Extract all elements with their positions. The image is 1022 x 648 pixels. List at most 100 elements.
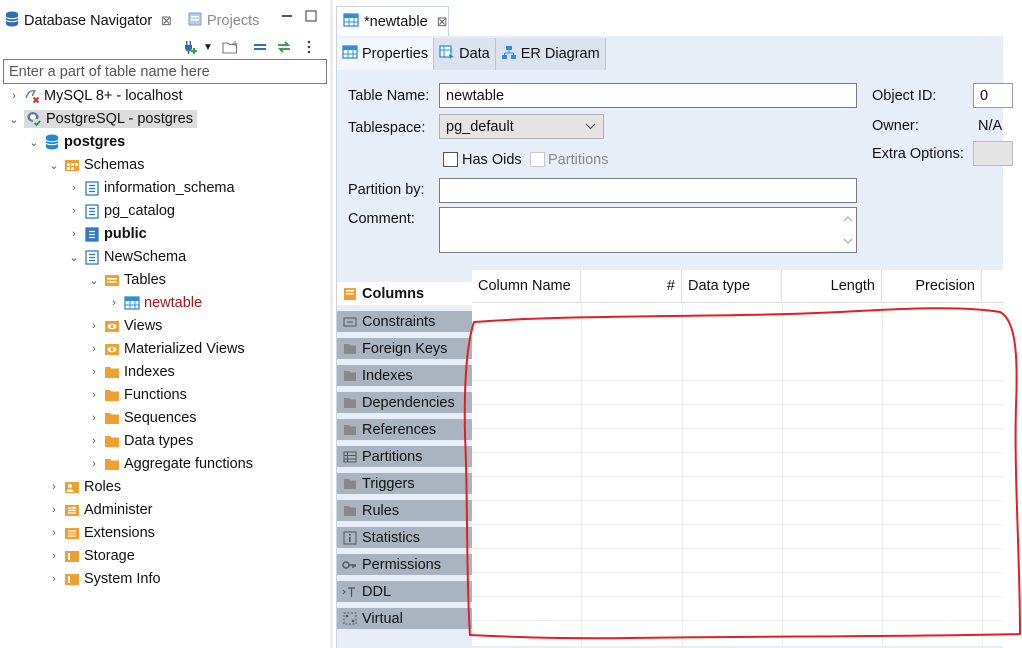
tree-item-aggregate-functions[interactable]: › Aggregate functions bbox=[86, 453, 253, 475]
tab-data[interactable]: Data bbox=[434, 38, 496, 70]
chevron-right-icon[interactable]: › bbox=[66, 203, 82, 219]
tree-item-sequences[interactable]: › Sequences bbox=[86, 407, 197, 429]
chevron-down-icon[interactable]: ▼ bbox=[202, 38, 214, 56]
close-icon[interactable]: ⊠ bbox=[437, 14, 448, 30]
tree-item-postgresql-postgres[interactable]: ⌄ PostgreSQL - postgres bbox=[6, 108, 197, 130]
columns-grid[interactable]: Column Name # Data type Length Precision bbox=[472, 270, 1004, 646]
chevron-right-icon[interactable]: › bbox=[106, 295, 122, 311]
partition-by-input[interactable] bbox=[439, 178, 857, 203]
grid-row-line bbox=[472, 524, 1004, 525]
column-header-length[interactable]: Length bbox=[782, 270, 882, 302]
tree-item-system-info[interactable]: › System Info bbox=[46, 568, 160, 590]
tab-label: Database Navigator bbox=[24, 13, 153, 29]
tab-dependencies[interactable]: Dependencies bbox=[337, 392, 472, 416]
chevron-right-icon[interactable]: › bbox=[66, 226, 82, 242]
tab-foreign-keys[interactable]: Foreign Keys bbox=[337, 338, 472, 362]
tree-item-label: Sequences bbox=[124, 410, 197, 426]
link-with-editor-icon[interactable] bbox=[276, 38, 292, 56]
tab-columns[interactable]: Columns bbox=[337, 282, 472, 308]
tab-rules[interactable]: Rules bbox=[337, 500, 472, 524]
projects-icon bbox=[188, 12, 202, 30]
tree-item-newschema[interactable]: ⌄ NewSchema bbox=[66, 246, 186, 268]
navigator-tab-bar: Database Navigator ⊠ Projects bbox=[0, 6, 330, 34]
new-connection-icon[interactable] bbox=[181, 38, 199, 56]
grid-row-line bbox=[472, 452, 1004, 453]
tree-item-data-types[interactable]: › Data types bbox=[86, 430, 193, 452]
chevron-right-icon[interactable]: › bbox=[46, 548, 62, 564]
tab-label: Indexes bbox=[362, 367, 413, 384]
maximize-icon[interactable] bbox=[305, 9, 317, 25]
tab-database-navigator[interactable]: Database Navigator ⊠ bbox=[5, 8, 172, 34]
tree-item-extensions[interactable]: › Extensions bbox=[46, 522, 155, 544]
column-header-column-name[interactable]: Column Name bbox=[472, 270, 581, 302]
column-header-number[interactable]: # bbox=[581, 270, 682, 302]
chevron-down-icon[interactable]: ⌄ bbox=[66, 249, 82, 265]
tab-statistics[interactable]: Statistics bbox=[337, 527, 472, 551]
chevron-right-icon[interactable]: › bbox=[86, 341, 102, 357]
tree-item-label: Tables bbox=[124, 272, 166, 288]
extra-options-field[interactable] bbox=[973, 141, 1013, 166]
column-header-data-type[interactable]: Data type bbox=[682, 270, 782, 302]
chevron-right-icon[interactable]: › bbox=[86, 387, 102, 403]
comment-textarea[interactable] bbox=[439, 207, 857, 253]
chevron-right-icon[interactable]: › bbox=[46, 571, 62, 587]
tree-item-roles[interactable]: › Roles bbox=[46, 476, 121, 498]
tablespace-select[interactable]: pg_default bbox=[439, 114, 604, 139]
chevron-right-icon[interactable]: › bbox=[86, 364, 102, 380]
tab-triggers[interactable]: Triggers bbox=[337, 473, 472, 497]
grid-column-line bbox=[682, 302, 683, 646]
tree-item-postgres-database[interactable]: ⌄ postgres bbox=[26, 131, 125, 153]
tab-label: References bbox=[362, 421, 437, 438]
tab-permissions[interactable]: Permissions bbox=[337, 554, 472, 578]
minimize-icon[interactable] bbox=[281, 9, 293, 25]
tree-item-mysql-localhost[interactable]: › MySQL 8+ - localhost bbox=[6, 85, 182, 107]
chevron-right-icon[interactable]: › bbox=[6, 88, 22, 104]
tree-item-indexes[interactable]: › Indexes bbox=[86, 361, 175, 383]
tab-constraints[interactable]: Constraints bbox=[337, 311, 472, 335]
tree-item-storage[interactable]: › Storage bbox=[46, 545, 135, 567]
tree-item-information-schema[interactable]: › information_schema bbox=[66, 177, 234, 199]
tab-projects[interactable]: Projects bbox=[188, 8, 259, 34]
table-filter-input[interactable] bbox=[3, 59, 327, 84]
chevron-right-icon[interactable]: › bbox=[86, 410, 102, 426]
tree-item-materialized-views[interactable]: › Materialized Views bbox=[86, 338, 244, 360]
table-name-input[interactable]: newtable bbox=[439, 83, 857, 108]
tree-item-schemas[interactable]: ⌄ Schemas bbox=[46, 154, 144, 176]
tab-references[interactable]: References bbox=[337, 419, 472, 443]
chevron-down-icon[interactable]: ⌄ bbox=[26, 134, 42, 150]
view-menu-icon[interactable] bbox=[304, 38, 314, 56]
chevron-down-icon[interactable]: ⌄ bbox=[46, 157, 62, 173]
column-header-precision[interactable]: Precision bbox=[882, 270, 982, 302]
chevron-right-icon[interactable]: › bbox=[46, 479, 62, 495]
has-oids-checkbox[interactable] bbox=[443, 152, 458, 167]
close-icon[interactable]: ⊠ bbox=[161, 13, 172, 29]
chevron-down-icon[interactable]: ⌄ bbox=[6, 111, 22, 127]
chevron-right-icon[interactable]: › bbox=[86, 456, 102, 472]
tree-item-pg-catalog[interactable]: › pg_catalog bbox=[66, 200, 175, 222]
tree-item-public[interactable]: › public bbox=[66, 223, 147, 245]
tab-ddl[interactable]: DDL bbox=[337, 581, 472, 605]
tree-item-functions[interactable]: › Functions bbox=[86, 384, 187, 406]
scroll-down-icon[interactable] bbox=[840, 230, 855, 252]
chevron-down-icon[interactable]: ⌄ bbox=[86, 272, 102, 288]
tree-item-newtable[interactable]: › newtable bbox=[106, 292, 202, 314]
tree-item-views[interactable]: › Views bbox=[86, 315, 162, 337]
chevron-right-icon[interactable]: › bbox=[46, 525, 62, 541]
tab-partitions[interactable]: Partitions bbox=[337, 446, 472, 470]
scroll-up-icon[interactable] bbox=[840, 208, 855, 230]
editor-tab-newtable[interactable]: *newtable ⊠ bbox=[336, 6, 449, 36]
tree-item-administer[interactable]: › Administer bbox=[46, 499, 152, 521]
new-folder-icon[interactable] bbox=[221, 38, 239, 56]
chevron-right-icon[interactable]: › bbox=[46, 502, 62, 518]
tree-item-tables[interactable]: ⌄ Tables bbox=[86, 269, 166, 291]
folder-icon bbox=[342, 477, 357, 491]
chevron-right-icon[interactable]: › bbox=[86, 318, 102, 334]
collapse-all-icon[interactable] bbox=[252, 38, 268, 56]
tab-indexes[interactable]: Indexes bbox=[337, 365, 472, 389]
tab-properties[interactable]: Properties bbox=[337, 38, 435, 70]
tab-er-diagram[interactable]: ER Diagram bbox=[495, 38, 606, 70]
folder-icon bbox=[104, 387, 120, 403]
chevron-right-icon[interactable]: › bbox=[66, 180, 82, 196]
chevron-right-icon[interactable]: › bbox=[86, 433, 102, 449]
tab-virtual[interactable]: Virtual bbox=[337, 608, 472, 632]
